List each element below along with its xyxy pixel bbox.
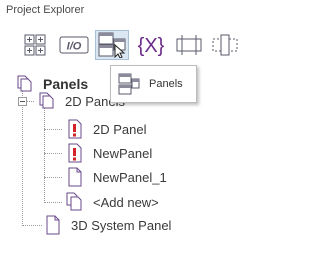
io-icon: I/O: [59, 34, 89, 56]
toolbar: I/O {X}: [0, 20, 243, 62]
svg-text:I/O: I/O: [67, 41, 82, 53]
panels-icon: [118, 73, 140, 95]
panels-button[interactable]: [95, 30, 129, 60]
tooltip-label: Panels: [149, 78, 183, 90]
panels-stack-icon: [36, 91, 58, 111]
tree-item-label: 3D System Panel: [71, 217, 172, 233]
variables-button[interactable]: {X}: [135, 30, 167, 60]
panel-error-icon: [64, 119, 86, 139]
grid-icon: [23, 33, 47, 57]
svg-text:{X}: {X}: [138, 35, 165, 57]
tree-item-label: <Add new>: [93, 194, 159, 210]
tree-item-add-new[interactable]: <Add new>: [64, 192, 159, 212]
io-button[interactable]: I/O: [58, 30, 90, 60]
panel-title: Project Explorer: [6, 4, 85, 16]
tree-item-newpanel[interactable]: NewPanel: [64, 143, 152, 163]
braces-x-icon: {X}: [136, 32, 166, 58]
panels-icon: [98, 32, 126, 58]
panels-stack-icon: [14, 74, 36, 94]
panels-tooltip: Panels: [110, 65, 197, 103]
panel-error-icon: [64, 143, 86, 163]
dashed-bar-icon: [211, 33, 239, 57]
panel-icon: [64, 167, 86, 187]
bar-icon: [175, 33, 203, 57]
grid-button[interactable]: [20, 30, 50, 60]
tree-root-label: Panels: [43, 76, 89, 92]
tree-item-newpanel-1[interactable]: NewPanel_1: [64, 167, 167, 187]
collapse-toggle[interactable]: [18, 97, 27, 106]
add-new-panel-icon: [64, 192, 86, 212]
tree-item-label: 2D Panel: [93, 121, 147, 137]
tree-item-3d-system-panel[interactable]: 3D System Panel: [42, 215, 171, 235]
panel-icon: [42, 215, 64, 235]
bar-button[interactable]: [174, 30, 204, 60]
tree-item-label: NewPanel: [93, 145, 153, 161]
tree-item-label: NewPanel_1: [93, 169, 167, 185]
tree-item-2d-panel[interactable]: 2D Panel: [64, 119, 146, 139]
dashed-bar-button[interactable]: [210, 30, 240, 60]
